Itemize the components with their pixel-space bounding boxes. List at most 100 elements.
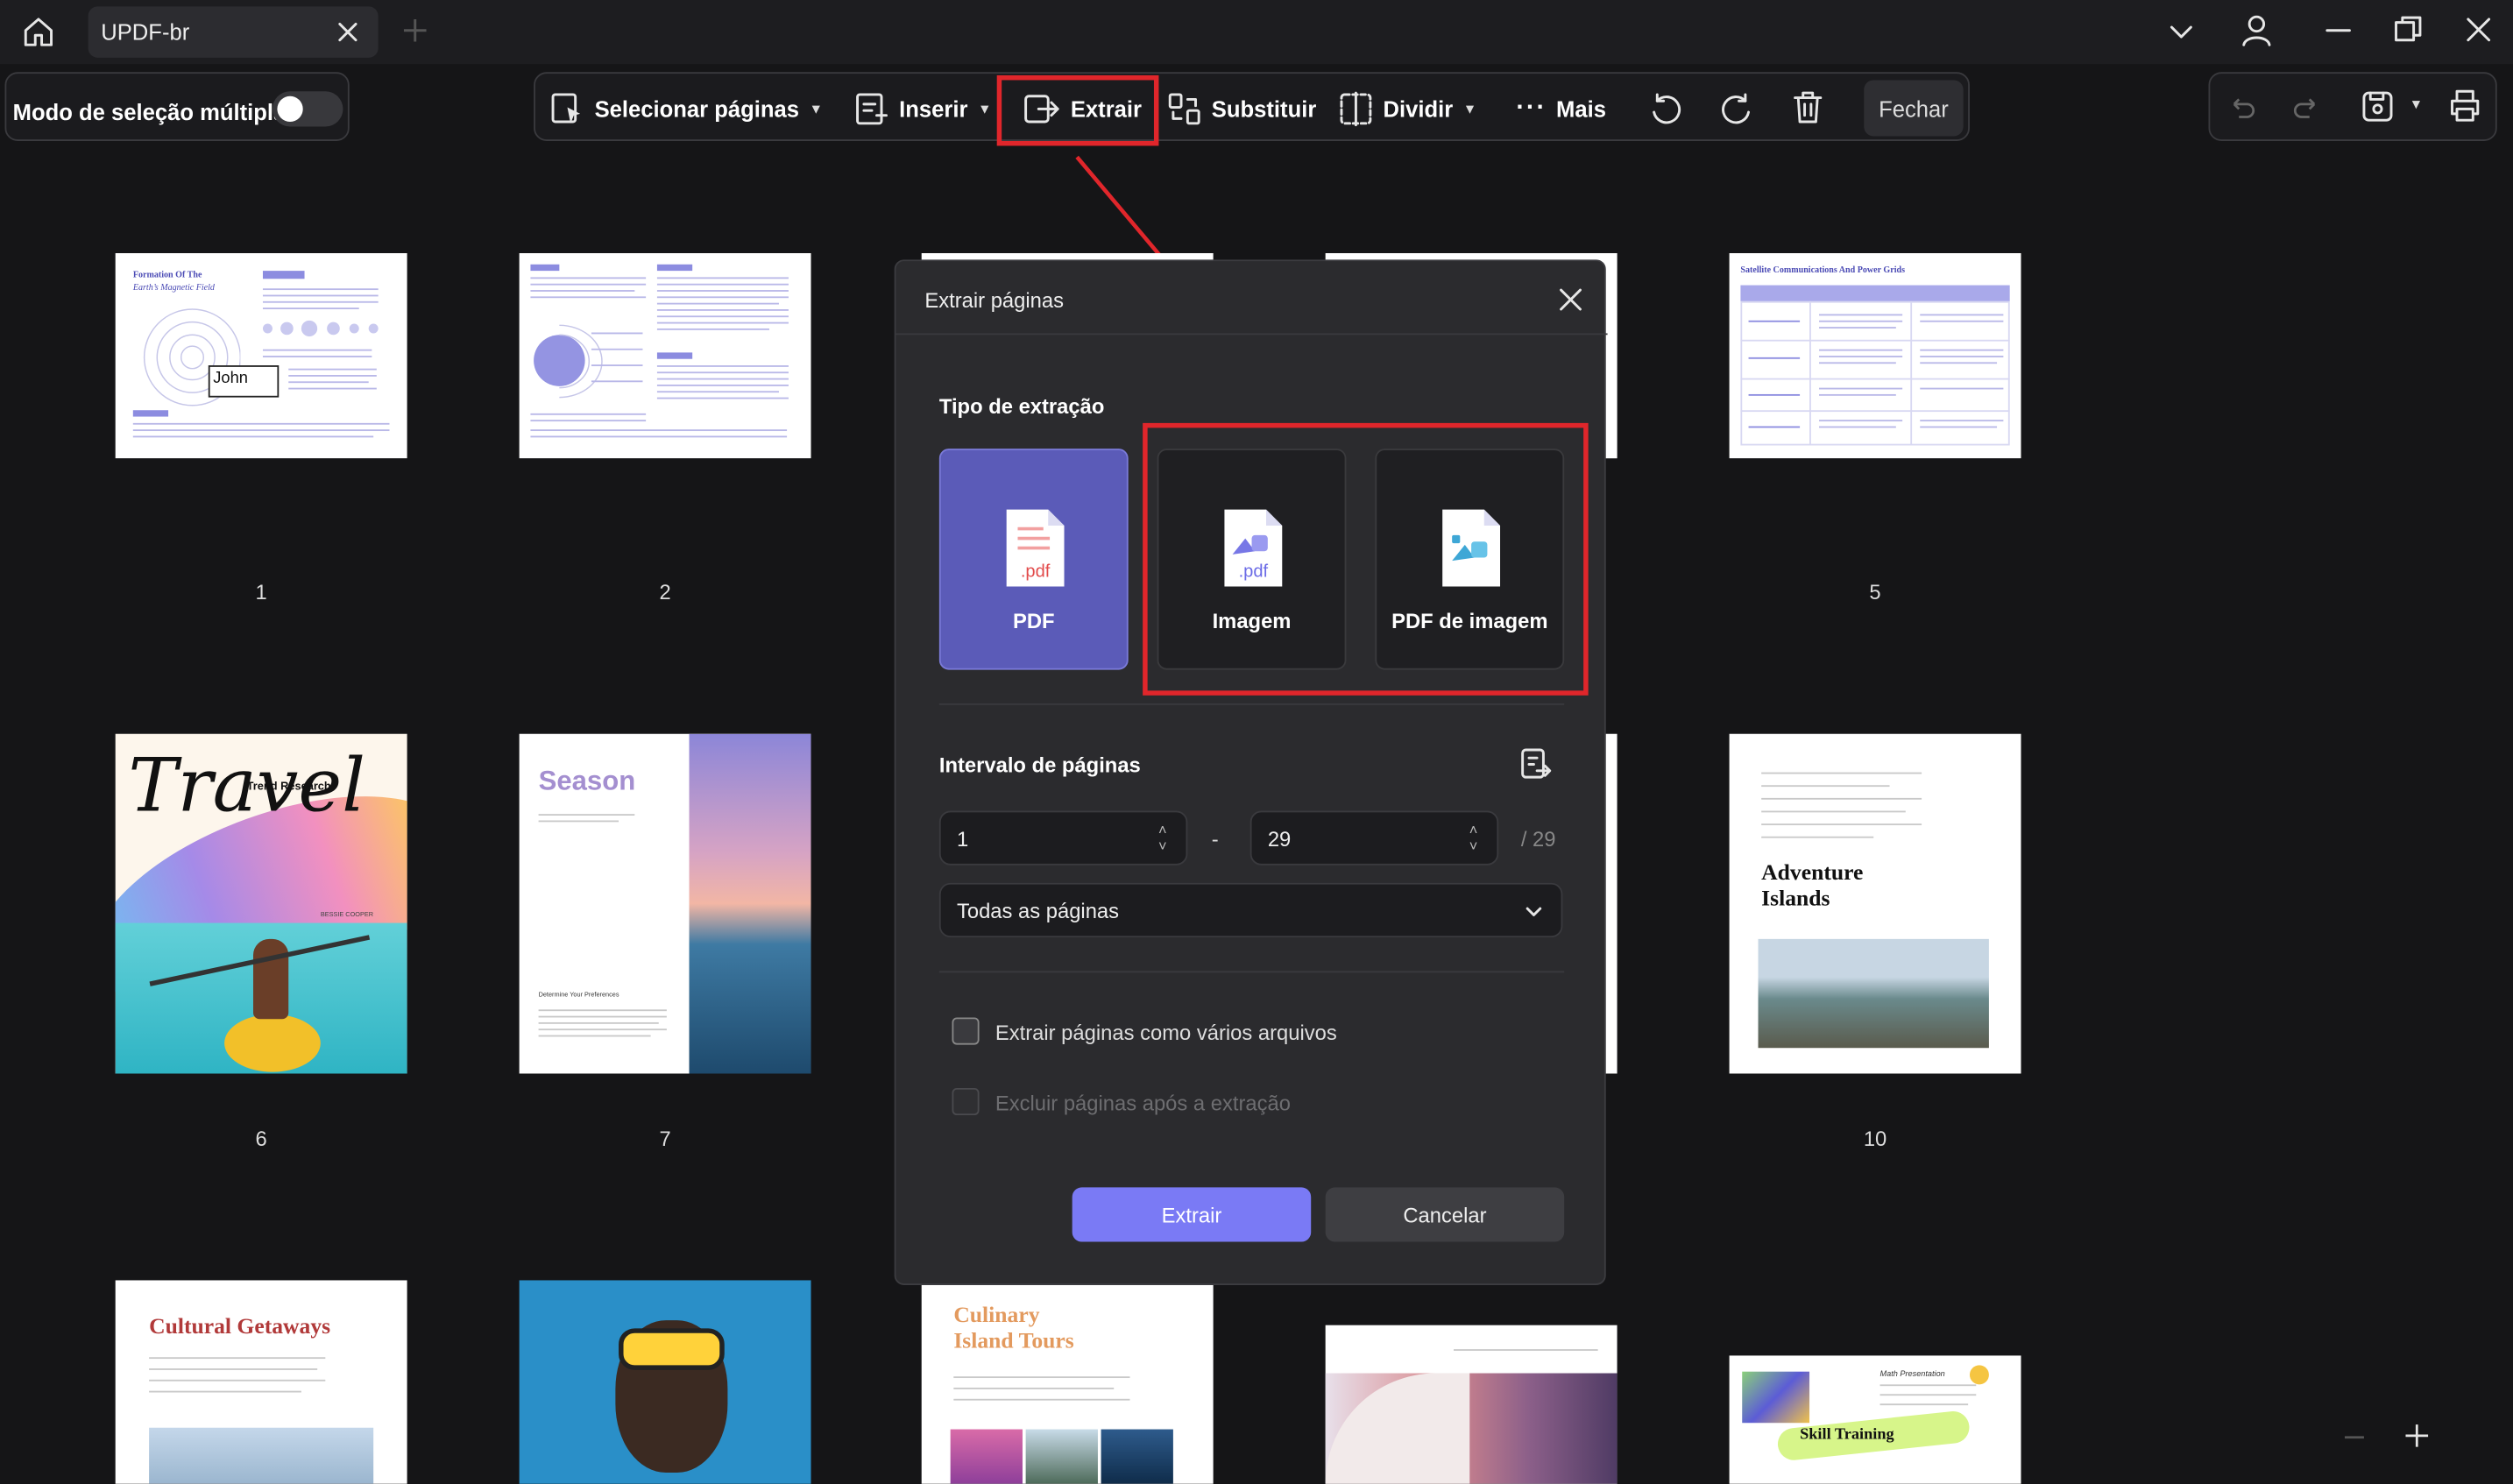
multi-select-label: Modo de seleção múltipla	[12, 99, 287, 125]
page-thumbnail-13[interactable]: Culinary Island Tours	[921, 1284, 1214, 1484]
page-thumbnail-1[interactable]: Formation Of The Earth’s Magnetic Field …	[115, 252, 407, 459]
stepper-icon[interactable]: ˄ ˅	[1158, 822, 1167, 854]
chevron-down-icon: ▾	[811, 100, 820, 118]
rotate-right-icon[interactable]	[1720, 91, 1755, 126]
new-tab-icon[interactable]	[400, 16, 429, 45]
thumb-text: Adventure	[1761, 862, 1864, 887]
home-icon[interactable]	[21, 14, 56, 49]
rotate-left-icon[interactable]	[1647, 91, 1682, 126]
close-tab-icon[interactable]	[332, 16, 365, 48]
page-number: 10	[1863, 1126, 1887, 1151]
chevron-down-icon[interactable]	[2169, 19, 2194, 45]
page-thumbnail-9[interactable]	[1603, 733, 1618, 1074]
thumb-text: Culinary	[953, 1304, 1040, 1329]
cancel-button[interactable]: Cancelar	[1325, 1187, 1565, 1242]
thumb-text: Math Presentation	[1879, 1369, 1945, 1380]
page-thumbnail-2[interactable]	[519, 252, 811, 459]
select-pages-button[interactable]: Selecionar páginas ▾	[549, 80, 820, 138]
page-number: 5	[1869, 580, 1881, 604]
redo-icon[interactable]	[2292, 93, 2321, 122]
more-dots-icon: ···	[1516, 94, 1547, 123]
page-number: 6	[255, 1126, 267, 1151]
multiple-files-checkbox[interactable]	[952, 1017, 980, 1045]
option-pdf[interactable]: .pdf PDF	[938, 449, 1129, 670]
option-pdf-label: PDF	[1012, 609, 1055, 633]
page-number: 7	[659, 1126, 671, 1151]
thumb-text: Island Tours	[953, 1330, 1074, 1354]
page-thumbnail-11[interactable]: Cultural Getaways	[115, 1280, 407, 1484]
total-pages: / 29	[1520, 826, 1556, 852]
title-bar: UPDF-br	[0, 0, 2513, 65]
close-editor-button[interactable]: Fechar	[1864, 80, 1964, 137]
split-icon	[1340, 91, 1372, 127]
thumb-text: Season	[538, 766, 636, 797]
tab-title: UPDF-br	[101, 18, 190, 46]
extraction-type-label: Tipo de extração	[938, 393, 1105, 419]
page-thumbnail-7[interactable]: Season Determine Your Preferences	[519, 733, 811, 1074]
zoom-out-icon[interactable]	[2343, 1426, 2366, 1449]
page-thumbnail-6[interactable]: Travel Trend Research BESSIE COOPER	[115, 733, 407, 1074]
chevron-down-icon: ▾	[980, 100, 989, 118]
replace-icon	[1168, 93, 1200, 125]
orbit-graphic	[262, 320, 379, 337]
split-button[interactable]: Dividir ▾	[1338, 80, 1474, 138]
more-button[interactable]: ··· Mais	[1516, 80, 1606, 138]
delete-icon[interactable]	[1790, 89, 1825, 124]
chevron-down-icon	[1525, 907, 1542, 916]
page-swap-icon[interactable]	[1518, 746, 1553, 781]
delete-after-label: Excluir páginas após a extração	[995, 1091, 1291, 1116]
restore-icon[interactable]	[2393, 14, 2424, 45]
select-pages-label: Selecionar páginas	[594, 95, 800, 123]
minimize-icon[interactable]	[2324, 16, 2353, 45]
insert-button[interactable]: Inserir ▾	[854, 80, 988, 138]
replace-button[interactable]: Substituir	[1167, 80, 1317, 138]
thumb-text: Earth’s Magnetic Field	[132, 283, 215, 293]
stepper-icon[interactable]: ˄ ˅	[1469, 822, 1478, 854]
dialog-title: Extrair páginas	[924, 288, 1065, 313]
insert-label: Inserir	[899, 95, 968, 123]
app-window: UPDF-br Modo de seleção múltipla Selecio…	[0, 0, 2513, 1484]
page-thumbnail-5[interactable]: Satellite Communications And Power Grids	[1729, 252, 2021, 459]
thumb-text: Trend Research	[246, 781, 331, 794]
thumb-text: Formation Of The	[132, 271, 202, 281]
thumb-text: Determine Your Preferences	[538, 990, 619, 999]
document-tab[interactable]: UPDF-br	[88, 6, 379, 58]
page-thumbnail-12[interactable]	[519, 1280, 811, 1484]
pdf-icon-text: .pdf	[1021, 562, 1051, 581]
select-pages-icon	[551, 93, 581, 124]
multi-select-toggle[interactable]	[272, 91, 343, 127]
print-icon[interactable]	[2447, 88, 2482, 124]
page-to-input[interactable]: 29 ˄ ˅	[1249, 810, 1499, 866]
split-label: Dividir	[1383, 95, 1454, 123]
save-icon[interactable]	[2361, 89, 2394, 123]
close-icon[interactable]	[1558, 286, 1583, 312]
undo-icon[interactable]	[2227, 93, 2256, 122]
page-thumbnail-15[interactable]: Math Presentation Skill Training	[1729, 1355, 2021, 1484]
zoom-in-icon[interactable]	[2404, 1423, 2430, 1448]
extract-highlight	[996, 74, 1159, 146]
page-thumbnail-10[interactable]: Adventure Islands	[1729, 733, 2021, 1074]
close-window-icon[interactable]	[2463, 14, 2494, 45]
divider	[895, 333, 1608, 336]
page-range-label: Intervalo de páginas	[938, 753, 1141, 778]
account-icon[interactable]	[2239, 13, 2274, 48]
page-thumbnail-4-edge	[1603, 252, 1618, 459]
page-from-input[interactable]: 1 ˄ ˅	[938, 810, 1188, 866]
delete-after-checkbox	[952, 1087, 980, 1116]
range-dash: -	[1211, 826, 1219, 852]
extract-confirm-button[interactable]: Extrair	[1072, 1187, 1312, 1242]
replace-label: Substituir	[1211, 95, 1317, 123]
insert-icon	[856, 93, 888, 125]
divider	[938, 703, 1565, 705]
planet-graphic	[534, 324, 643, 399]
page-number: 2	[659, 580, 671, 604]
chevron-down-icon[interactable]: ▾	[2412, 96, 2420, 114]
thumb-text: Satellite Communications And Power Grids	[1740, 265, 1906, 276]
image-options-highlight	[1143, 422, 1589, 696]
page-range-select-value: Todas as páginas	[956, 899, 1120, 923]
page-range-select[interactable]: Todas as páginas	[938, 882, 1563, 938]
page-thumbnail-14[interactable]	[1325, 1325, 1618, 1484]
thumb-text: BESSIE COOPER	[320, 909, 374, 919]
divider	[938, 971, 1565, 973]
extract-pages-dialog: Extrair páginas Tipo de extração .pdf PD…	[894, 259, 1608, 1285]
